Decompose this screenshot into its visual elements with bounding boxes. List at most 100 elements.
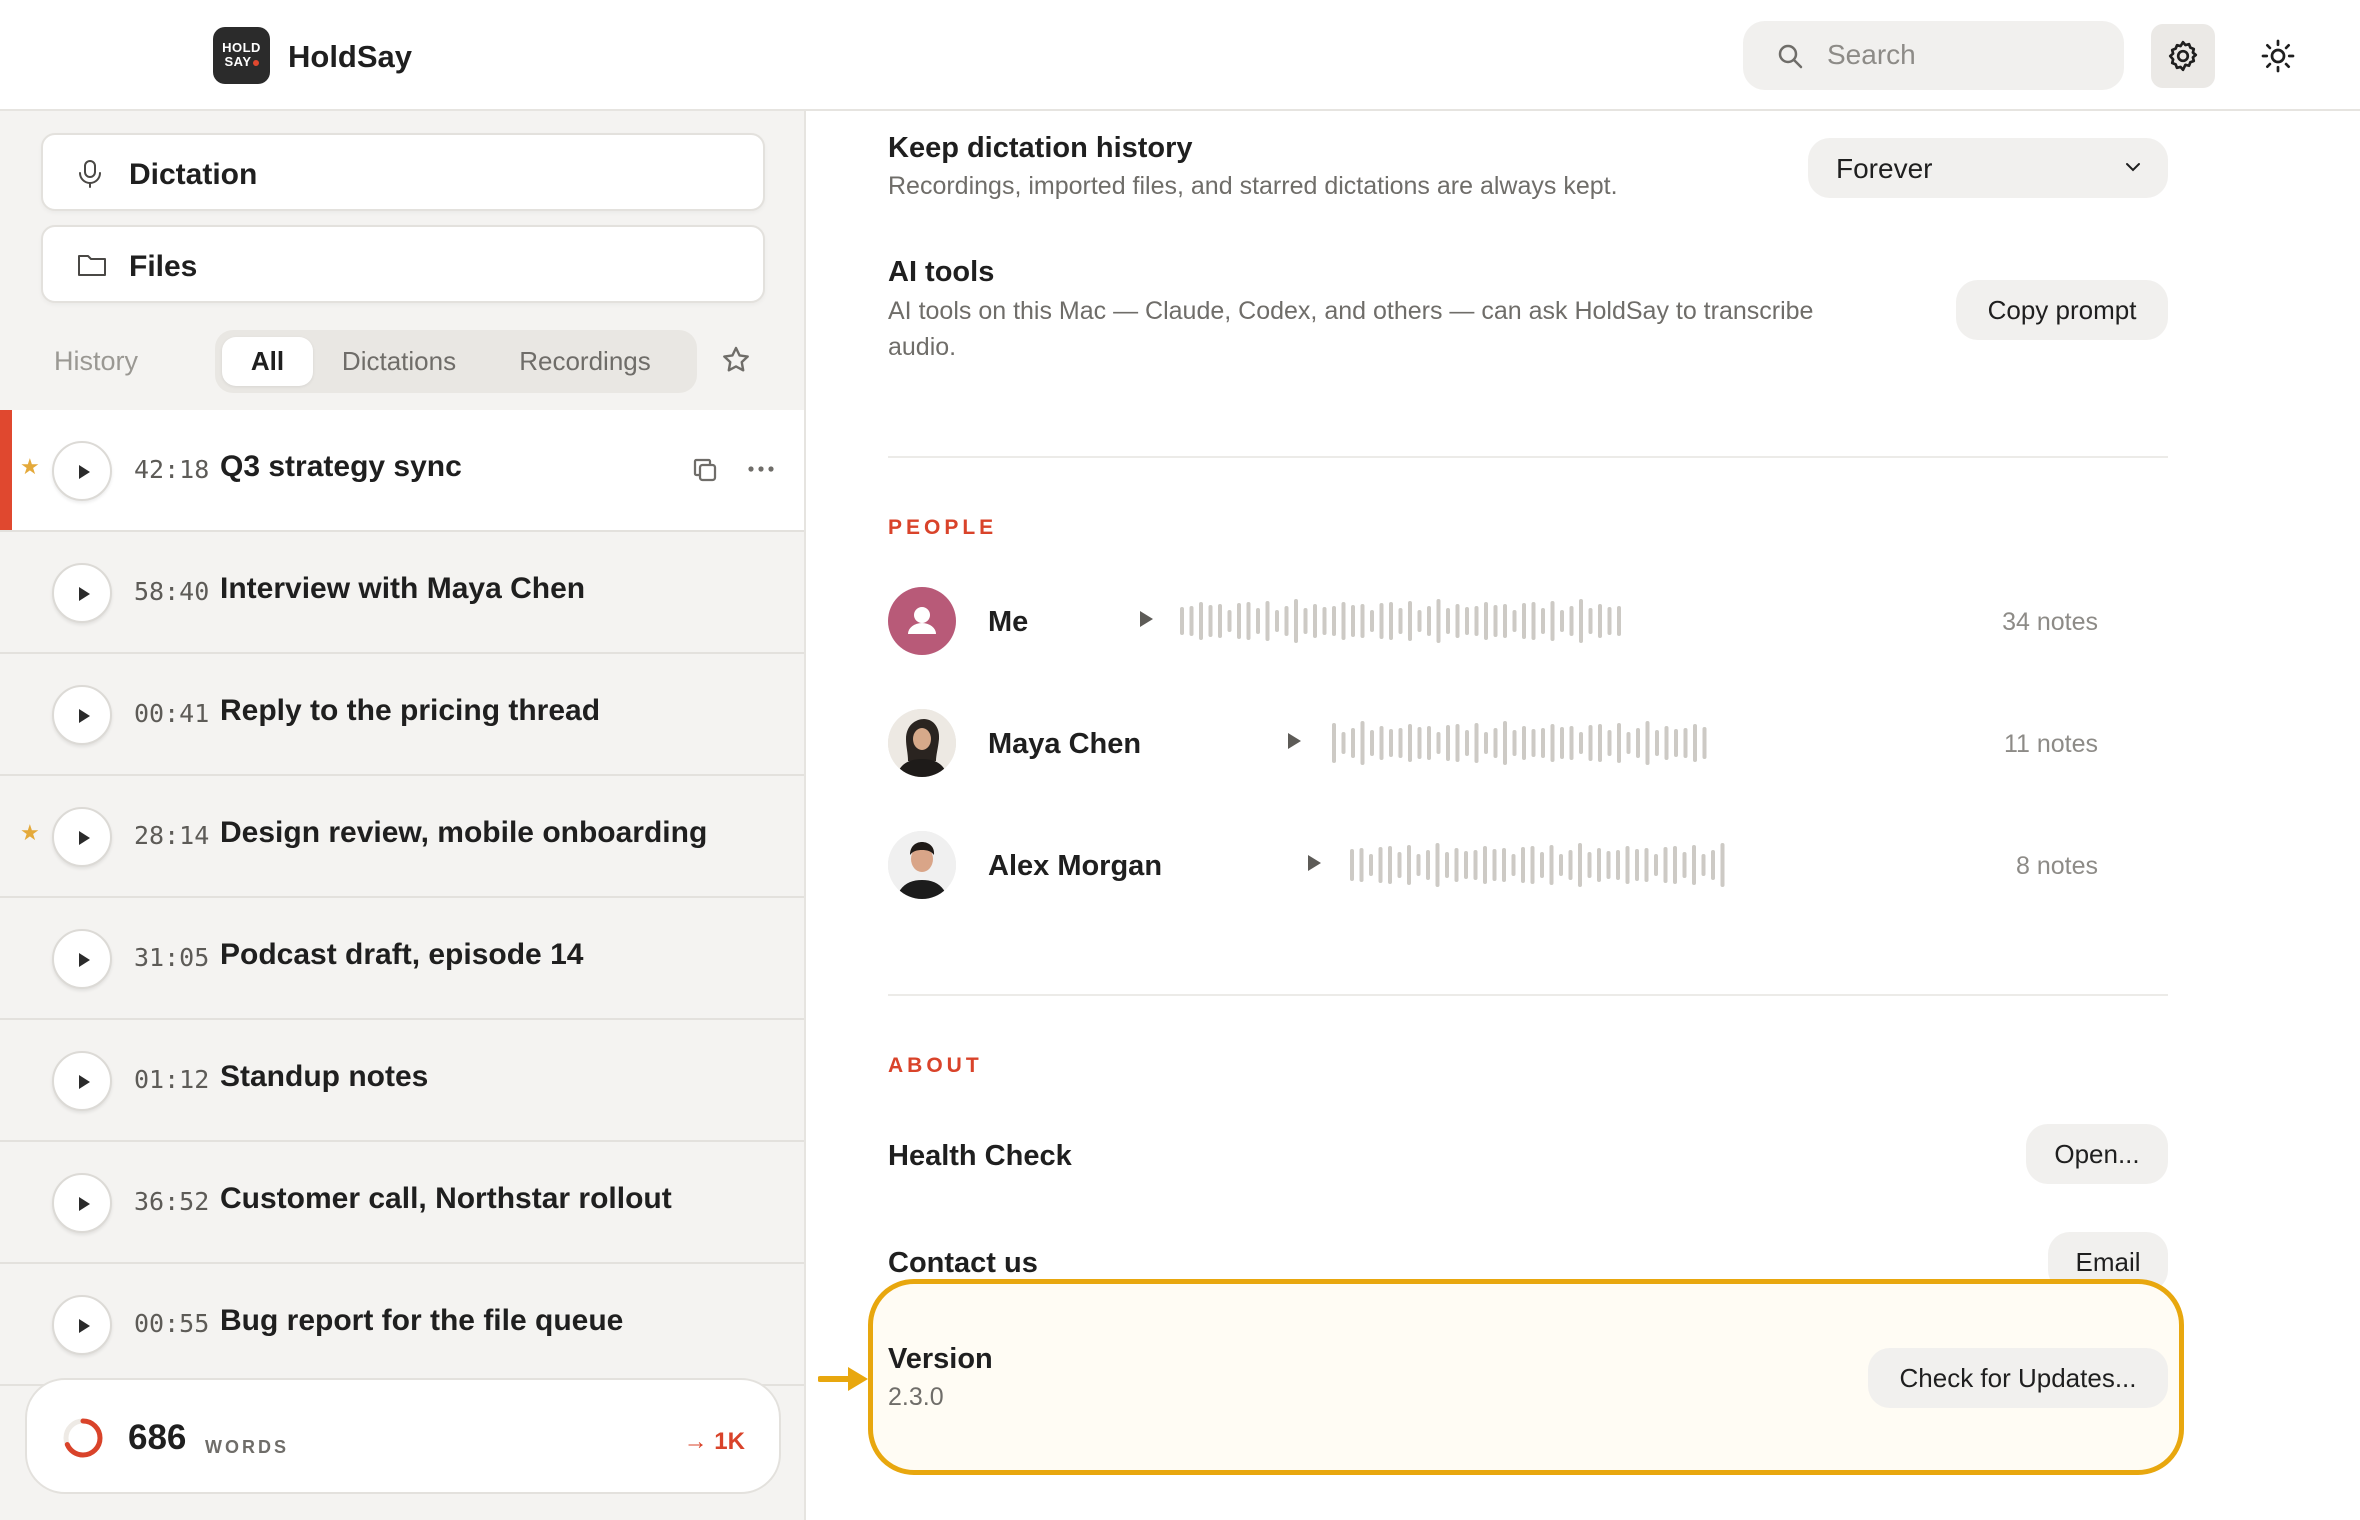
search-icon	[1778, 44, 1803, 69]
copy-icon[interactable]	[690, 455, 720, 485]
waveform-bar	[1531, 602, 1536, 640]
waveform-bar	[1370, 610, 1374, 632]
waveform-bar	[1474, 606, 1479, 636]
waveform-bar	[1598, 604, 1602, 638]
waveform-bar	[1284, 606, 1289, 636]
waveform-bar	[1435, 843, 1440, 887]
words-goal: → 1K	[683, 1428, 745, 1455]
waveform-bar	[1522, 726, 1526, 760]
waveform-bar	[1664, 726, 1669, 760]
row-duration: 28:14	[134, 821, 210, 850]
history-retention-dropdown[interactable]: Forever	[1808, 138, 2168, 198]
check-for-updates-button[interactable]: Check for Updates...	[1868, 1348, 2168, 1408]
words-count: 686	[128, 1418, 187, 1457]
person-row-alex-morgan[interactable]: Alex Morgan 8 notes	[888, 826, 2168, 906]
row-duration: 58:40	[134, 577, 210, 606]
search-box[interactable]	[1743, 21, 2124, 90]
waveform-bar	[1598, 724, 1602, 762]
person-row-maya-chen[interactable]: Maya Chen 11 notes	[888, 704, 2168, 784]
row-title: Bug report for the file queue	[220, 1304, 624, 1337]
waveform-bar	[1408, 724, 1412, 762]
version-value: 2.3.0	[888, 1383, 944, 1411]
nav-dictation[interactable]: Dictation	[41, 133, 765, 211]
avatar	[888, 831, 956, 899]
waveform-bar	[1484, 732, 1488, 754]
waveform-bar	[1559, 854, 1563, 876]
waveform-bar	[1483, 846, 1487, 884]
waveform-bar	[1568, 850, 1573, 880]
settings-button[interactable]	[2151, 24, 2215, 88]
waveform-bar	[1237, 603, 1241, 639]
waveform-bar	[1569, 606, 1574, 636]
play-button[interactable]	[52, 441, 112, 501]
filter-recordings[interactable]: Recordings	[485, 337, 685, 386]
waveform-bar	[1313, 604, 1317, 638]
more-icon[interactable]	[746, 454, 776, 484]
history-row[interactable]: 31:05 Podcast draft, episode 14	[0, 898, 804, 1020]
play-voice-icon[interactable]	[1308, 855, 1321, 871]
play-button[interactable]	[52, 563, 112, 623]
waveform-bar	[1655, 730, 1659, 756]
health-check-open-button[interactable]: Open...	[2026, 1124, 2168, 1184]
waveform-bar	[1493, 605, 1498, 637]
row-title: Reply to the pricing thread	[220, 694, 601, 727]
waveform-bar	[1625, 846, 1630, 884]
nav-files-label: Files	[129, 250, 198, 283]
waveform-bar	[1607, 730, 1612, 756]
nav-files[interactable]: Files	[41, 225, 765, 303]
play-voice-icon[interactable]	[1288, 733, 1301, 749]
play-button[interactable]	[52, 685, 112, 745]
waveform-bar	[1541, 728, 1545, 758]
play-button[interactable]	[52, 929, 112, 989]
copy-prompt-button[interactable]: Copy prompt	[1956, 280, 2168, 340]
waveform-bar	[1378, 847, 1383, 883]
theme-toggle-button[interactable]	[2246, 24, 2310, 88]
play-button[interactable]	[52, 807, 112, 867]
play-voice-icon[interactable]	[1140, 611, 1153, 627]
star-icon[interactable]: ★	[20, 454, 40, 480]
history-row[interactable]: 01:12 Standup notes	[0, 1020, 804, 1142]
history-row[interactable]: ★ 28:14 Design review, mobile onboarding	[0, 776, 804, 898]
waveform-bar	[1511, 854, 1516, 876]
history-row[interactable]: 00:55 Bug report for the file queue	[0, 1264, 804, 1386]
waveform-bar	[1464, 851, 1468, 879]
ai-tools-description-line1: AI tools on this Mac — Claude, Codex, an…	[888, 297, 1814, 325]
person-row-me[interactable]: Me 34 notes	[888, 582, 2168, 662]
arrow-right-icon	[818, 1367, 868, 1391]
waveform-bar	[1578, 843, 1582, 887]
history-setting-title: Keep dictation history	[888, 132, 1193, 164]
waveform-bar	[1246, 602, 1251, 640]
history-row-selected[interactable]: ★ 42:18 Q3 strategy sync	[0, 410, 804, 532]
row-title: Interview with Maya Chen	[220, 572, 586, 605]
row-duration: 42:18	[134, 455, 210, 484]
waveform-bar	[1663, 847, 1668, 883]
waveform-bar	[1388, 846, 1392, 884]
search-input[interactable]	[1827, 33, 2097, 77]
waveform-bar	[1180, 607, 1184, 635]
filter-all[interactable]: All	[222, 337, 313, 386]
waveform-bar	[1389, 602, 1393, 640]
avatar	[888, 709, 956, 777]
row-title: Standup notes	[220, 1060, 429, 1093]
waveform-bar	[1550, 724, 1555, 762]
waveform-bar	[1359, 848, 1364, 882]
chevron-down-icon	[2126, 163, 2140, 172]
play-button[interactable]	[52, 1295, 112, 1355]
history-row[interactable]: 36:52 Customer call, Northstar rollout	[0, 1142, 804, 1264]
waveform-bar	[1540, 852, 1544, 878]
waveform-bar	[1579, 732, 1583, 754]
history-row[interactable]: 58:40 Interview with Maya Chen	[0, 532, 804, 654]
play-button[interactable]	[52, 1173, 112, 1233]
sidebar: Dictation Files History All Dictations R…	[0, 111, 806, 1520]
play-button[interactable]	[52, 1051, 112, 1111]
waveform-bar	[1617, 606, 1621, 636]
star-icon[interactable]: ★	[20, 820, 40, 846]
voice-waveform	[1350, 843, 1725, 887]
history-row[interactable]: 00:41 Reply to the pricing thread	[0, 654, 804, 776]
waveform-bar	[1351, 605, 1355, 637]
waveform-bar	[1512, 730, 1517, 756]
filter-dictations[interactable]: Dictations	[327, 337, 471, 386]
row-title: Podcast draft, episode 14	[220, 938, 584, 971]
star-filter-icon[interactable]	[720, 344, 752, 376]
waveform-bar	[1541, 608, 1545, 634]
